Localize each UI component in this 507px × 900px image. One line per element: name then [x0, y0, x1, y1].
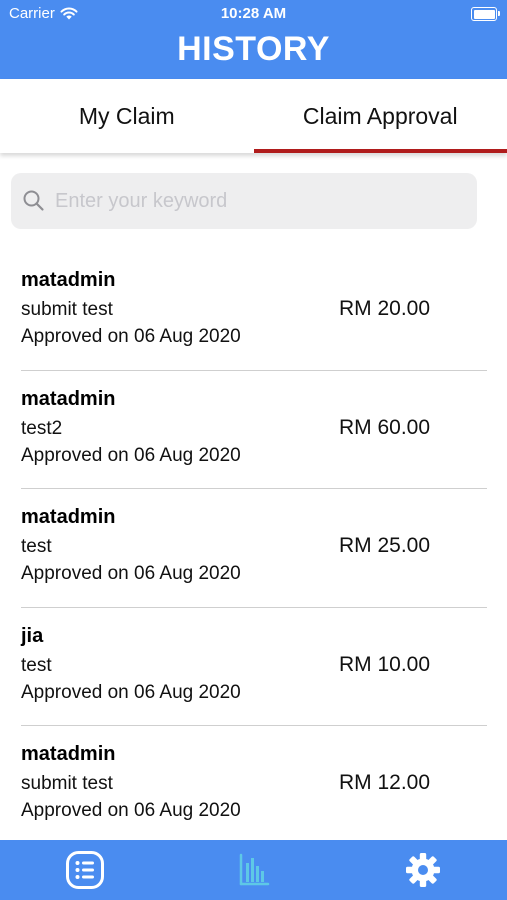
list-item[interactable]: matadmin test Approved on 06 Aug 2020 RM…: [0, 489, 507, 608]
claim-description: test: [21, 536, 52, 557]
bar-chart-icon: [239, 853, 269, 886]
claim-name: matadmin: [21, 743, 116, 765]
tab-my-claim[interactable]: My Claim: [0, 79, 254, 153]
claim-status: Approved on 06 Aug 2020: [21, 800, 241, 821]
claim-name: matadmin: [21, 387, 116, 410]
claim-amount: RM 25.00: [339, 534, 431, 557]
list-icon: [65, 851, 104, 889]
claim-amount: RM 12.00: [339, 771, 431, 794]
claim-description: submit test: [21, 773, 113, 794]
claim-name: matadmin: [21, 506, 116, 528]
list-item[interactable]: matadmin submit test Approved on 06 Aug …: [0, 726, 507, 845]
tab-claim-approval[interactable]: Claim Approval: [253, 79, 507, 153]
bottom-tab-bar: [0, 840, 507, 900]
nav-history[interactable]: [169, 840, 338, 900]
tab-bar: My Claim Claim Approval: [0, 79, 507, 153]
claim-description: test: [21, 654, 52, 676]
list-item[interactable]: matadmin submit test Approved on 06 Aug …: [0, 252, 507, 371]
app-header: Carrier 10:28 AM HISTORY: [0, 0, 507, 79]
nav-list[interactable]: [0, 840, 169, 900]
claim-status: Approved on 06 Aug 2020: [21, 681, 241, 703]
claim-name: matadmin: [21, 269, 116, 291]
claim-list: matadmin submit test Approved on 06 Aug …: [0, 252, 507, 845]
search-input[interactable]: [53, 188, 457, 214]
status-bar: Carrier 10:28 AM: [0, 0, 507, 28]
claim-amount: RM 60.00: [339, 415, 431, 439]
claim-amount: RM 10.00: [339, 652, 431, 676]
search-icon: [23, 190, 44, 211]
claim-name: jia: [21, 624, 44, 647]
page-title: HISTORY: [177, 30, 330, 68]
battery-icon: [471, 7, 500, 21]
claim-description: submit test: [21, 299, 113, 320]
list-item[interactable]: jia test Approved on 06 Aug 2020 RM 10.0…: [0, 608, 507, 726]
gear-icon: [405, 853, 440, 887]
status-time: 10:28 AM: [220, 5, 287, 22]
search-bar: [11, 173, 477, 229]
claim-description: test2: [21, 417, 63, 439]
claim-status: Approved on 06 Aug 2020: [21, 326, 241, 347]
list-item[interactable]: matadmin test2 Approved on 06 Aug 2020 R…: [0, 371, 507, 489]
claim-status: Approved on 06 Aug 2020: [21, 444, 241, 466]
claim-status: Approved on 06 Aug 2020: [21, 563, 241, 584]
claim-amount: RM 20.00: [339, 297, 431, 320]
nav-settings[interactable]: [338, 840, 507, 900]
